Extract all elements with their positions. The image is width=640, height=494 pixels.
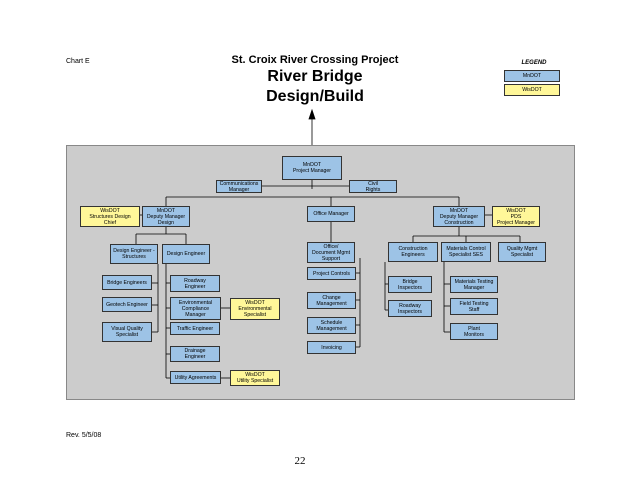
deputy-manager-design-box: MnDOT Deputy Manager Design: [142, 206, 190, 227]
deputy-manager-construction-box: MnDOT Deputy Manager Construction: [433, 206, 485, 227]
revision-date: Rev. 5/5/08: [66, 432, 102, 439]
bridge-inspectors-box: Bridge Inspectors: [388, 276, 432, 293]
office-document-management-support-box: Office/ Document Mgmt Support: [307, 242, 355, 263]
wisdot-utility-specialist-box: WisDOT Utility Specialist: [230, 370, 280, 386]
construction-engineers-box: Construction Engineers: [388, 242, 438, 262]
invoicing-box: Invoicing: [307, 341, 356, 354]
design-engineer-structures-box: Design Engineer - Structures: [110, 244, 158, 264]
wisdot-pds-project-manager-box: WisDOT PDS Project Manager: [492, 206, 540, 227]
quality-management-specialist-box: Quality Mgmt Specialist: [498, 242, 546, 262]
project-manager-box: MnDOT Project Manager: [282, 156, 342, 180]
field-testing-staff-box: Field Testing Staff: [450, 298, 498, 315]
visual-quality-specialist-box: Visual Quality Specialist: [102, 322, 152, 342]
communications-manager-box: Communications Manager: [216, 180, 262, 193]
materials-control-specialist-box: Materials Control Specialist SES: [441, 242, 491, 262]
utility-agreements-box: Utility Agreements: [170, 371, 221, 384]
plant-monitors-box: Plant Monitors: [450, 323, 498, 340]
wisdot-environmental-specialist-box: WisDOT Environmental Specialist: [230, 298, 280, 320]
drainage-engineer-box: Drainage Engineer: [170, 346, 220, 362]
design-engineer-box: Design Engineer: [162, 244, 210, 264]
roadway-inspectors-box: Roadway Inspectors: [388, 300, 432, 317]
civil-rights-box: Civil Rights: [349, 180, 397, 193]
materials-testing-manager-box: Materials Testing Manager: [450, 276, 498, 293]
wisdot-structures-design-chief-box: WisDOT Structures Design Chief: [80, 206, 140, 227]
bridge-engineers-box: Bridge Engineers: [102, 275, 152, 290]
office-manager-box: Office Manager: [307, 206, 355, 222]
change-management-box: Change Management: [307, 292, 356, 309]
page-number: 22: [294, 455, 306, 467]
environmental-compliance-manager-box: Environmental Compliance Manager: [170, 297, 221, 320]
roadway-engineer-box: Roadway Engineer: [170, 275, 220, 292]
traffic-engineer-box: Traffic Engineer: [170, 322, 220, 335]
project-controls-box: Project Controls: [307, 267, 356, 280]
geotech-engineer-box: Geotech Engineer: [102, 297, 152, 312]
schedule-management-box: Schedule Management: [307, 317, 356, 334]
